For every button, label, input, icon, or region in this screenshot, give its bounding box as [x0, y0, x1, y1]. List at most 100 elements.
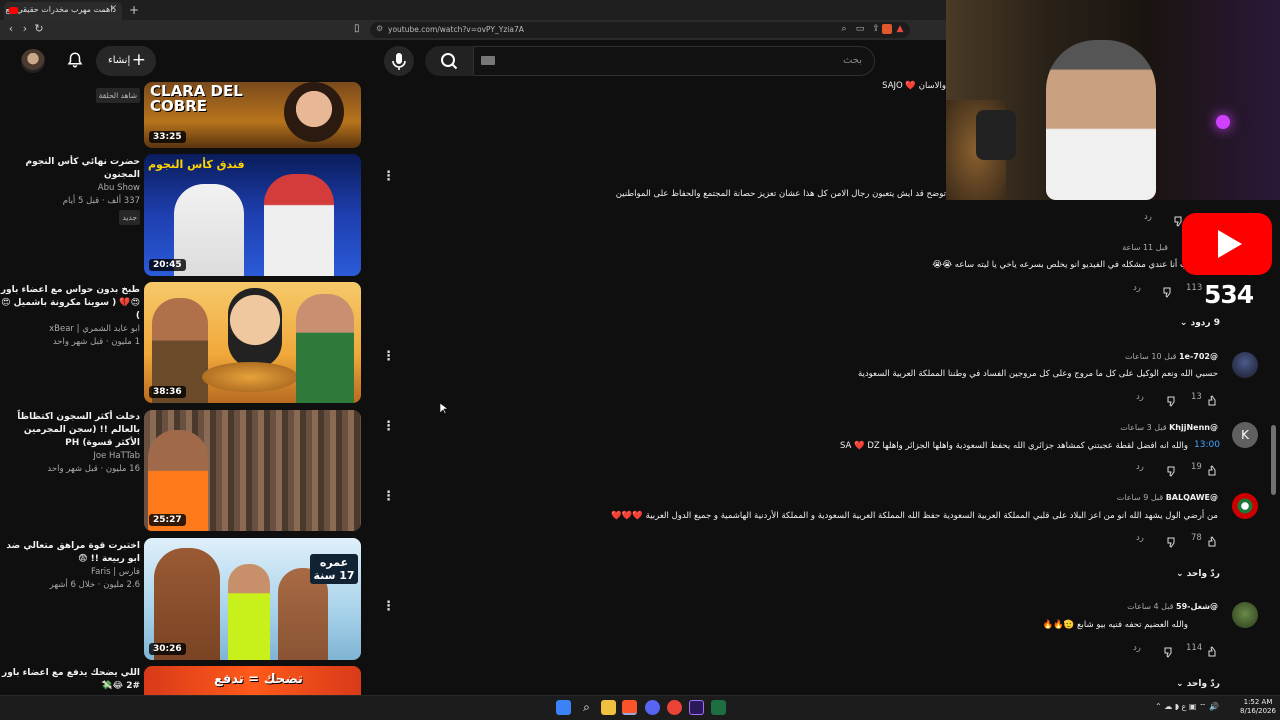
youtube-logo-icon: [1182, 213, 1272, 275]
video-title[interactable]: طبخ بدون حواس مع اعضاء باور 😍💔 ( سوينا م…: [0, 284, 140, 323]
reply-button[interactable]: رد: [1136, 533, 1144, 543]
more-options-icon[interactable]: ⋮: [382, 600, 395, 614]
more-options-icon[interactable]: ⋮: [382, 350, 395, 364]
discord-icon[interactable]: [645, 700, 660, 715]
comment-author[interactable]: @KhjjNenn: [1169, 423, 1218, 432]
comment-author[interactable]: @BALQAWE: [1166, 493, 1218, 502]
microphone: [976, 110, 1016, 160]
comment-header: @KhjjNenn قبل 3 ساعات: [1120, 423, 1218, 432]
channel-name[interactable]: فارس | Faris: [0, 566, 140, 579]
replies-label: ردّ واحد: [1186, 679, 1220, 689]
like-icon[interactable]: [1207, 643, 1219, 657]
view-replies-button[interactable]: ردّ واحد ⌄: [1176, 569, 1220, 579]
view-replies-button[interactable]: 9 ردود ⌄: [1180, 318, 1220, 328]
search-icon[interactable]: ⌕: [579, 700, 594, 715]
video-title[interactable]: حضرت نهائي كأس النجوم المجنون: [0, 156, 140, 182]
channel-name[interactable]: Abu Show: [0, 182, 140, 195]
brave-browser-icon[interactable]: [622, 700, 637, 715]
comment-author[interactable]: @1e-702: [1179, 352, 1218, 361]
dislike-icon[interactable]: [1166, 462, 1178, 477]
comment-author[interactable]: @شغل-59: [1176, 602, 1218, 611]
new-tab-button[interactable]: +: [126, 2, 142, 18]
replies-label: 9 ردود: [1190, 318, 1220, 328]
video-info[interactable]: طبخ بدون حواس مع اعضاء باور 😍💔 ( سوينا م…: [0, 284, 140, 349]
video-info[interactable]: حضرت نهائي كأس النجوم المجنون Abu Show 3…: [0, 156, 140, 225]
reply-button[interactable]: رد: [1136, 392, 1144, 402]
mouse-cursor-icon: [439, 400, 449, 415]
video-title[interactable]: دخلت أكثر السجون اكتظاظاً بالعالم !! (سج…: [0, 411, 140, 450]
video-info[interactable]: اللي يضحك يدفع مع اعضاء باور #2 😂💸: [0, 667, 140, 693]
video-thumbnail[interactable]: 38:36: [144, 282, 361, 403]
video-thumbnail[interactable]: عمره 17 سنة 30:26: [144, 538, 361, 660]
video-thumbnail[interactable]: تضحك = تدفع: [144, 666, 361, 695]
close-tab-icon[interactable]: ✕: [109, 4, 117, 14]
thumbnail-text: CLARA DEL COBRE: [150, 82, 243, 115]
avatar[interactable]: [1232, 493, 1258, 519]
browser-tab[interactable]: داهمت مهرب مخدرات حقيقي مع ✕: [4, 2, 122, 20]
search-button[interactable]: [425, 46, 473, 76]
more-options-icon[interactable]: ⋮: [382, 490, 395, 504]
avatar[interactable]: K: [1232, 422, 1258, 448]
create-button[interactable]: + إنشاء: [96, 46, 156, 76]
file-explorer-icon[interactable]: [601, 700, 616, 715]
dislike-icon[interactable]: [1163, 643, 1175, 658]
chevron-down-icon: ⌄: [1176, 569, 1184, 579]
channel-name[interactable]: Joe HaTTab: [0, 450, 140, 463]
start-windows-icon[interactable]: [556, 700, 571, 715]
account-avatar[interactable]: [21, 49, 45, 73]
avatar[interactable]: [1232, 602, 1258, 628]
forward-icon[interactable]: ›: [18, 22, 32, 36]
video-title[interactable]: اللي يضحك يدفع مع اعضاء باور #2 😂💸: [0, 667, 140, 693]
reload-icon[interactable]: ↻: [32, 22, 46, 36]
system-tray[interactable]: ⌃ ☁ ◗ ع ▣ ⌔ 🔊: [1155, 702, 1219, 712]
reply-button[interactable]: رد: [1133, 283, 1141, 293]
more-options-icon[interactable]: ⋮: [382, 170, 395, 184]
clock[interactable]: 1:52 AM 8/16/2026: [1238, 698, 1278, 716]
timestamp-link[interactable]: 13:00: [1194, 440, 1220, 450]
scrollbar[interactable]: [1271, 425, 1276, 495]
chrome-icon[interactable]: [667, 700, 682, 715]
video-thumbnail[interactable]: فندق كأس النجوم 20:45: [144, 154, 361, 276]
view-replies-button[interactable]: ردّ واحد ⌄: [1176, 679, 1220, 689]
like-count: 19: [1191, 462, 1202, 472]
like-icon[interactable]: [1207, 392, 1219, 406]
url-field[interactable]: youtube.com/watch?v=ovPY_Yzia7A: [370, 22, 910, 38]
dislike-icon[interactable]: [1162, 283, 1174, 298]
video-info[interactable]: دخلت أكثر السجون اكتظاظاً بالعالم !! (سج…: [0, 411, 140, 476]
video-info[interactable]: اختبرت قوة مراهق متعالي ضد ابو ربيعة !! …: [0, 540, 140, 592]
brave-shield-icon[interactable]: [882, 24, 892, 34]
video-thumbnail[interactable]: CLARA DEL COBRE 33:25: [144, 82, 361, 148]
video-thumbnail[interactable]: 25:27: [144, 410, 361, 531]
thumbnail-pasta: [202, 362, 298, 392]
cast-icon[interactable]: ▭: [855, 24, 865, 34]
input-language[interactable]: ع: [1182, 702, 1187, 711]
like-icon[interactable]: [1207, 462, 1219, 476]
share-icon[interactable]: ⇪: [871, 24, 881, 34]
back-icon[interactable]: ‹: [4, 22, 18, 36]
reply-button[interactable]: رد: [1133, 643, 1141, 653]
reply-button[interactable]: رد: [1136, 462, 1144, 472]
voice-search-mic-icon[interactable]: [384, 46, 414, 76]
premiere-icon[interactable]: [689, 700, 704, 715]
comment-text: توضح قد ايش يتعبون رجال الامن كل هذا عشا…: [615, 189, 946, 199]
more-options-icon[interactable]: ⋮: [382, 420, 395, 434]
reply-button[interactable]: رد: [1144, 212, 1152, 222]
dislike-icon[interactable]: [1166, 533, 1178, 548]
site-info-icon[interactable]: ⚙: [376, 24, 384, 34]
avatar[interactable]: [1232, 352, 1258, 378]
like-icon[interactable]: [1207, 533, 1219, 547]
rewards-icon[interactable]: ▲: [895, 24, 905, 34]
video-title[interactable]: اختبرت قوة مراهق متعالي ضد ابو ربيعة !! …: [0, 540, 140, 566]
plus-icon: +: [131, 50, 146, 70]
keyboard-icon[interactable]: [481, 56, 495, 65]
video-meta: 2.6 مليون · خلال 6 أشهر: [49, 580, 140, 590]
zoom-icon[interactable]: ⌕: [839, 24, 849, 34]
bookmark-icon[interactable]: ▯: [354, 23, 360, 34]
search-input[interactable]: بحث: [473, 46, 875, 76]
channel-name[interactable]: ابو عابد الشمري | xBear: [0, 323, 140, 336]
comment-time: قبل 10 ساعات: [1124, 352, 1177, 361]
video-info: شاهد الحلقة: [0, 86, 140, 103]
excel-icon[interactable]: [711, 700, 726, 715]
notifications-bell-icon[interactable]: [66, 51, 84, 69]
dislike-icon[interactable]: [1166, 392, 1178, 407]
